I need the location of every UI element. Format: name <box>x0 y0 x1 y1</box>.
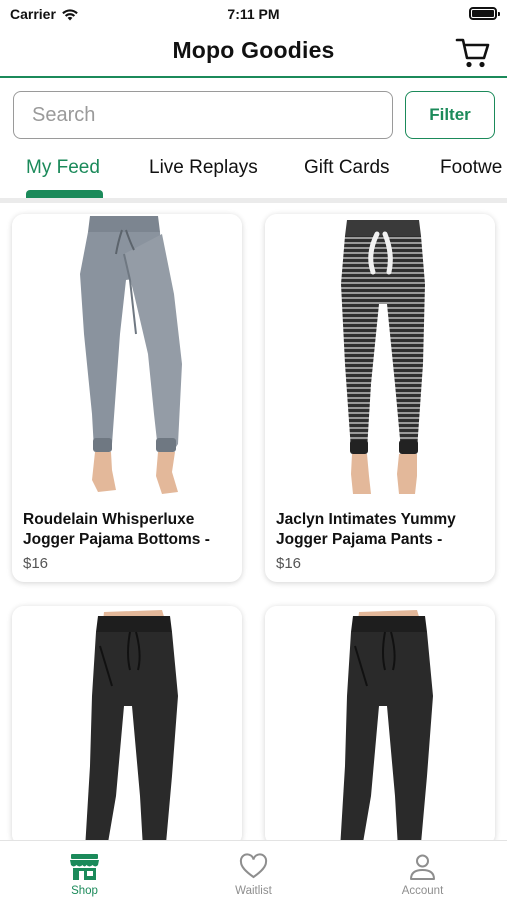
bottom-tab-bar: Shop Waitlist Account <box>0 840 507 900</box>
product-price: $16 <box>23 555 49 572</box>
product-image <box>265 606 495 846</box>
search-input[interactable] <box>13 91 393 139</box>
filter-button[interactable]: Filter <box>405 91 495 139</box>
storefront-icon <box>70 854 99 880</box>
product-image <box>12 214 242 499</box>
tabs-divider <box>0 198 507 203</box>
tabbar-item-shop[interactable]: Shop <box>0 841 169 900</box>
product-card[interactable]: Jaclyn Intimates Yummy Jogger Pajama Pan… <box>265 214 495 582</box>
product-name: Jaclyn Intimates Yummy Jogger Pajama Pan… <box>276 511 456 548</box>
heart-icon <box>239 853 268 879</box>
product-price: $16 <box>276 555 302 572</box>
page-title: Mopo Goodies <box>172 37 335 63</box>
active-tab-indicator <box>26 190 103 198</box>
cart-icon[interactable] <box>455 36 491 70</box>
person-icon <box>410 854 435 880</box>
tab-footwear[interactable]: Footwe <box>440 157 502 179</box>
tabbar-label: Account <box>401 885 444 897</box>
tab-gift-cards[interactable]: Gift Cards <box>304 157 390 179</box>
tabbar-item-account[interactable]: Account <box>338 841 507 900</box>
tab-my-feed[interactable]: My Feed <box>26 157 100 179</box>
nav-header: Mopo Goodies <box>0 28 507 78</box>
status-time: 7:11 PM <box>227 6 280 22</box>
tabbar-item-waitlist[interactable]: Waitlist <box>169 841 338 900</box>
tabbar-label: Waitlist <box>235 885 272 897</box>
status-bar: Carrier 7:11 PM <box>0 0 507 28</box>
tabbar-label: Shop <box>71 885 98 897</box>
product-card[interactable] <box>265 606 495 846</box>
product-card[interactable]: Roudelain Whisperluxe Jogger Pajama Bott… <box>12 214 242 582</box>
product-image <box>265 214 495 499</box>
product-card[interactable] <box>12 606 242 846</box>
battery-icon <box>469 7 500 20</box>
tab-live-replays[interactable]: Live Replays <box>149 157 258 179</box>
category-tabs: My Feed Live Replays Gift Cards Footwe <box>0 150 507 200</box>
product-image <box>12 606 242 846</box>
product-name: Roudelain Whisperluxe Jogger Pajama Bott… <box>23 511 210 548</box>
